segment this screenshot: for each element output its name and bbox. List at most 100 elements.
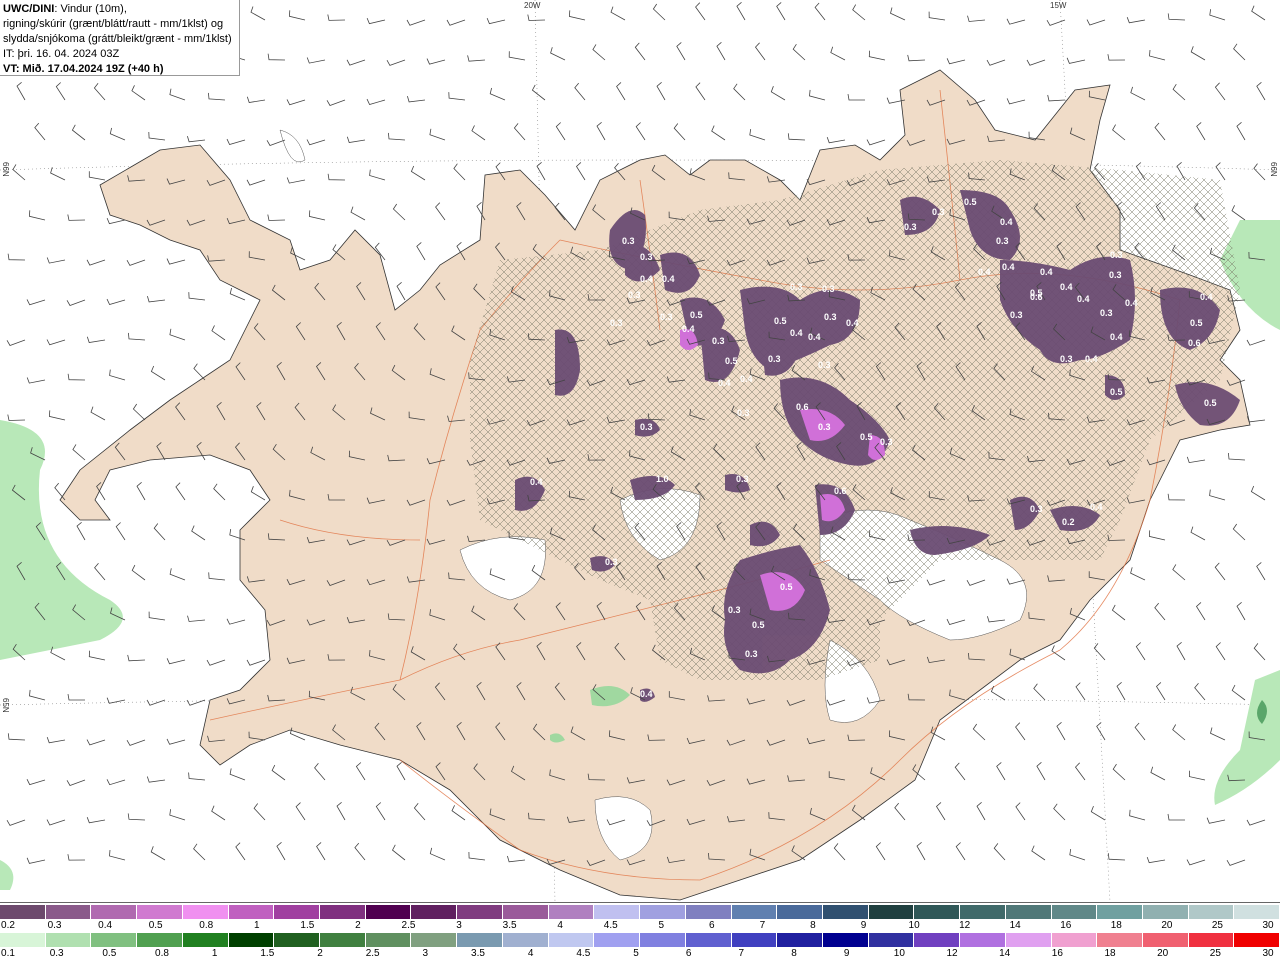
precip-value-label: 0.4 bbox=[718, 378, 731, 388]
scale-label: 0.8 bbox=[155, 948, 169, 959]
precip-value-label: 0.3 bbox=[712, 336, 725, 346]
scale-swatch bbox=[502, 905, 549, 919]
precip-value-label: 0.5 bbox=[752, 620, 765, 630]
scale-label: 3 bbox=[422, 948, 429, 959]
scale-swatch bbox=[1234, 933, 1280, 947]
scale-swatch bbox=[1005, 905, 1052, 919]
scale-label: 10 bbox=[893, 948, 905, 959]
scale-label: 10 bbox=[908, 920, 920, 931]
precip-value-label: 0.5 bbox=[725, 356, 738, 366]
precip-value-label: 0.3 bbox=[790, 282, 803, 292]
scale-label: 16 bbox=[1060, 920, 1072, 931]
scale-swatch bbox=[274, 905, 321, 919]
scale-swatch bbox=[0, 933, 46, 947]
scale-swatch bbox=[228, 933, 275, 947]
scale-swatch bbox=[777, 933, 823, 947]
scale-label: 9 bbox=[843, 948, 850, 959]
scale-swatch bbox=[365, 905, 412, 919]
precip-value-label: 0.3 bbox=[1060, 354, 1073, 364]
precip-value-label: 0.4 bbox=[682, 324, 695, 334]
precip-value-label: 0.4 bbox=[1060, 282, 1073, 292]
precip-value-label: 0.4 bbox=[1000, 217, 1013, 227]
scale-swatch bbox=[777, 905, 823, 919]
scale-label: 12 bbox=[946, 948, 958, 959]
scale-label: 0.4 bbox=[98, 920, 113, 931]
scale-swatch bbox=[960, 933, 1006, 947]
scale-label: 1 bbox=[211, 948, 218, 959]
rain-color-scale bbox=[0, 933, 1280, 947]
scale-label: 3 bbox=[456, 920, 462, 931]
scale-label: 7 bbox=[738, 948, 745, 959]
precip-value-label: 0.3 bbox=[640, 252, 653, 262]
weather-map: 0.30.30.4 0.40.30.30.50.40.30.40.50.40.30… bbox=[0, 0, 1280, 902]
precip-value-label: 0.6 bbox=[796, 402, 809, 412]
scale-label: 7 bbox=[759, 920, 766, 931]
scale-swatch bbox=[685, 905, 732, 919]
precip-value-label: 0.3 bbox=[818, 422, 831, 432]
scale-label: 9 bbox=[860, 920, 867, 931]
scale-swatch bbox=[45, 933, 92, 947]
scale-label: 6 bbox=[685, 948, 692, 959]
scale-label: 1.5 bbox=[300, 920, 315, 931]
precip-value-label: 0.4 bbox=[1002, 262, 1015, 272]
precip-value-label: 0.3 bbox=[1010, 310, 1023, 320]
scale-label: 20 bbox=[1161, 920, 1173, 931]
scale-label: 25 bbox=[1209, 948, 1221, 959]
scale-label: 30 bbox=[1262, 920, 1274, 931]
title-line2: rigning/skúrir (grænt/blátt/rautt - mm/1… bbox=[3, 18, 224, 30]
precip-value-label: 0.5 bbox=[1030, 288, 1043, 298]
scale-swatch bbox=[365, 933, 412, 947]
scale-label: 0.8 bbox=[199, 920, 214, 931]
precip-value-label: 0.3 bbox=[1030, 504, 1043, 514]
precip-value-label: 0.3 bbox=[628, 290, 641, 300]
precip-value-label: 0.3 bbox=[736, 474, 749, 484]
precip-value-label: 0.3 bbox=[745, 649, 758, 659]
scale-swatch bbox=[457, 905, 503, 919]
precip-value-label: 0.3 bbox=[818, 360, 831, 370]
scale-label: 0.2 bbox=[1, 920, 15, 931]
precip-value-label: 0.3 bbox=[622, 236, 635, 246]
scale-swatch bbox=[731, 933, 778, 947]
precip-value-label: 0.3 bbox=[660, 312, 673, 322]
scale-label: 8 bbox=[791, 948, 797, 959]
scale-swatch bbox=[1188, 905, 1235, 919]
scale-label: 0.5 bbox=[148, 920, 163, 931]
scale-swatch bbox=[685, 933, 732, 947]
lat-label-65n-left: 65N bbox=[1, 698, 10, 713]
precip-value-label: 0.5 bbox=[1204, 398, 1217, 408]
scale-swatch bbox=[1142, 905, 1189, 919]
scale-label: 12 bbox=[959, 920, 971, 931]
precip-value-label: 0.4 bbox=[1040, 267, 1053, 277]
precip-value-label: 0.5 bbox=[780, 582, 793, 592]
precip-value-label: 0.3 bbox=[640, 422, 653, 432]
precip-value-label: 0.2 bbox=[1062, 517, 1075, 527]
scale-swatch bbox=[502, 933, 549, 947]
scale-swatch bbox=[411, 933, 458, 947]
valid-time: VT: Mið. 17.04.2024 19Z (+40 h) bbox=[3, 63, 164, 75]
precip-value-label: 0.5 bbox=[774, 316, 787, 326]
precip-value-label: 0.3 bbox=[728, 605, 741, 615]
scale-swatch bbox=[1234, 905, 1280, 919]
scale-swatch bbox=[182, 905, 229, 919]
precip-value-label: 0.5 bbox=[860, 432, 873, 442]
scale-label: 2 bbox=[355, 920, 361, 931]
precip-value-label: 0.4 bbox=[1090, 502, 1103, 512]
precip-value-label: 0.3 bbox=[1110, 250, 1123, 260]
scale-swatch bbox=[45, 905, 92, 919]
scale-label: 4 bbox=[557, 920, 563, 931]
scale-label: 0.1 bbox=[1, 948, 15, 959]
scale-swatch bbox=[1051, 933, 1098, 947]
scale-label: 0.5 bbox=[102, 948, 117, 959]
scale-swatch bbox=[914, 905, 961, 919]
scale-label: 2.5 bbox=[401, 920, 416, 931]
scale-label: 25 bbox=[1211, 920, 1223, 931]
lon-label-20w: 20W bbox=[524, 1, 541, 10]
scale-label: 20 bbox=[1157, 948, 1169, 959]
precip-value-label: 0.4 bbox=[640, 689, 653, 699]
precip-value-label: 0.5 bbox=[1110, 387, 1123, 397]
scale-swatch bbox=[182, 933, 229, 947]
scale-label: 3.5 bbox=[502, 920, 517, 931]
precip-value-label: 0.3 bbox=[904, 222, 917, 232]
scale-swatch bbox=[548, 933, 595, 947]
scale-swatch bbox=[868, 933, 915, 947]
